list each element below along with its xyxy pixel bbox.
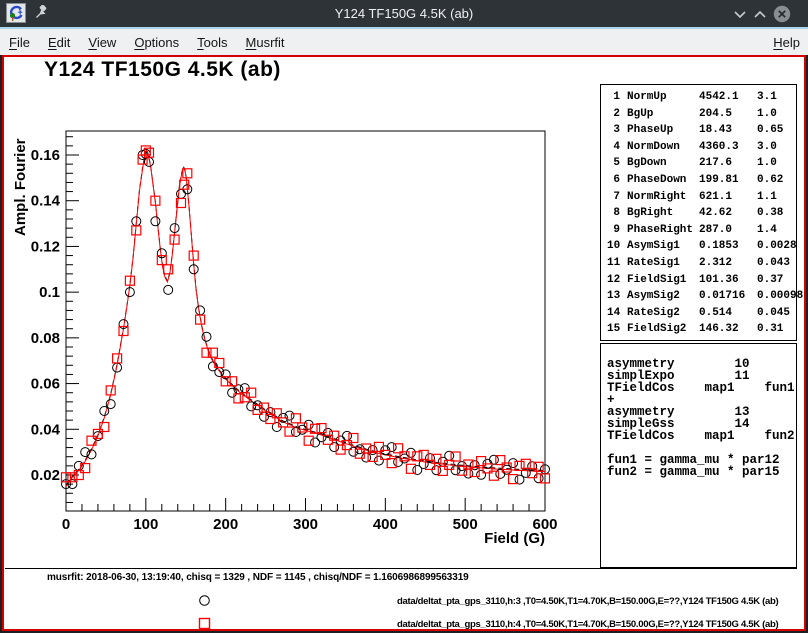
fit-parameters-panel: 1NormUp4542.13.12BgUp204.51.03PhaseUp18.… [600,84,797,341]
svg-text:0.12: 0.12 [31,238,60,255]
svg-text:300: 300 [293,516,318,533]
svg-text:400: 400 [373,516,398,533]
fit-curve-h3 [66,149,545,485]
svg-text:0.02: 0.02 [31,467,60,484]
pin-icon[interactable] [35,5,49,19]
fit-info-line: musrfit: 2018-06-30, 13:19:40, chisq = 1… [47,572,469,583]
legend-label: data/deltat_pta_gps_3110,h:3 ,T0=4.50K,T… [397,596,778,607]
menubar: FileEditViewOptionsToolsMusrfit Help [0,29,808,55]
menu-options[interactable]: Options [125,35,188,50]
fourier-plot[interactable]: 0.02 0.04 0.06 0.08 0.1 0.12 0.14 0.16 0 100 200 30… [4,58,598,570]
menu-musrfit[interactable]: Musrfit [237,35,294,50]
theory-line: fun2 = gamma_mu * par15 [607,466,796,478]
legend-marker-circle [196,592,213,609]
legend-marker-square [196,615,213,632]
param-row-BgRight: 8BgRight42.620.38 [607,207,796,224]
param-row-PhaseUp: 3PhaseUp18.430.65 [607,124,796,141]
theory-line: TFieldCos map1 fun2 [607,430,796,442]
menu-view[interactable]: View [79,35,125,50]
footer-divider [5,568,797,569]
param-row-PhaseDown: 6PhaseDown199.810.62 [607,174,796,191]
param-row-FieldSig2: 15FieldSig2146.320.31 [607,323,796,340]
param-row-AsymSig2: 13AsymSig20.017160.00098 [607,290,796,307]
svg-text:0.06: 0.06 [31,376,60,393]
window-title: Y124 TF150G 4.5K (ab) [100,6,708,21]
y-axis-title: Ampl. Fourier [12,138,29,236]
x-axis-title: Field (G) [484,530,545,547]
svg-text:0: 0 [62,516,70,533]
legend-label: data/deltat_pta_gps_3110,h:4 ,T0=4.50K,T… [397,619,778,630]
x-axis: 0100200300400500600 [62,498,558,533]
minimize-button[interactable] [731,5,749,23]
param-row-BgDown: 5BgDown217.61.0 [607,157,796,174]
root-logo-icon [6,3,26,23]
svg-text:0.08: 0.08 [31,330,60,347]
param-row-NormUp: 1NormUp4542.13.1 [607,91,796,108]
theory-panel: asymmetry 10simplExpo 11TFieldCos map1 f… [600,343,797,568]
theory-line: TFieldCos map1 fun1 [607,382,796,394]
maximize-button[interactable] [751,5,769,23]
svg-text:0.14: 0.14 [31,193,61,210]
titlebar: Y124 TF150G 4.5K (ab) [0,0,808,27]
param-row-FieldSig1: 12FieldSig1101.360.37 [607,274,796,291]
menubar-items: FileEditViewOptionsToolsMusrfit [0,35,294,50]
menu-edit[interactable]: Edit [39,35,79,50]
svg-text:200: 200 [213,516,238,533]
plot-frame [66,131,545,511]
param-row-RateSig1: 11RateSig12.3120.043 [607,257,796,274]
svg-text:0.1: 0.1 [39,284,60,301]
param-row-NormDown: 4NormDown4360.33.0 [607,141,796,158]
svg-text:0.04: 0.04 [31,421,61,438]
svg-text:100: 100 [133,516,158,533]
svg-text:0.16: 0.16 [31,147,60,164]
param-row-AsymSig1: 10AsymSig10.18530.0028 [607,240,796,257]
param-row-BgUp: 2BgUp204.51.0 [607,108,796,125]
param-row-PhaseRight: 9PhaseRight287.01.4 [607,224,796,241]
series-circles [62,149,550,488]
menu-tools[interactable]: Tools [188,35,236,50]
svg-text:500: 500 [453,516,478,533]
close-button[interactable] [773,5,791,23]
param-row-RateSig2: 14RateSig20.5140.045 [607,307,796,324]
param-row-NormRight: 7NormRight621.11.1 [607,191,796,208]
y-axis: 0.02 0.04 0.06 0.08 0.1 0.12 0.14 0.16 [31,137,79,503]
menu-help[interactable]: Help [764,35,808,50]
menu-file[interactable]: File [0,35,39,50]
